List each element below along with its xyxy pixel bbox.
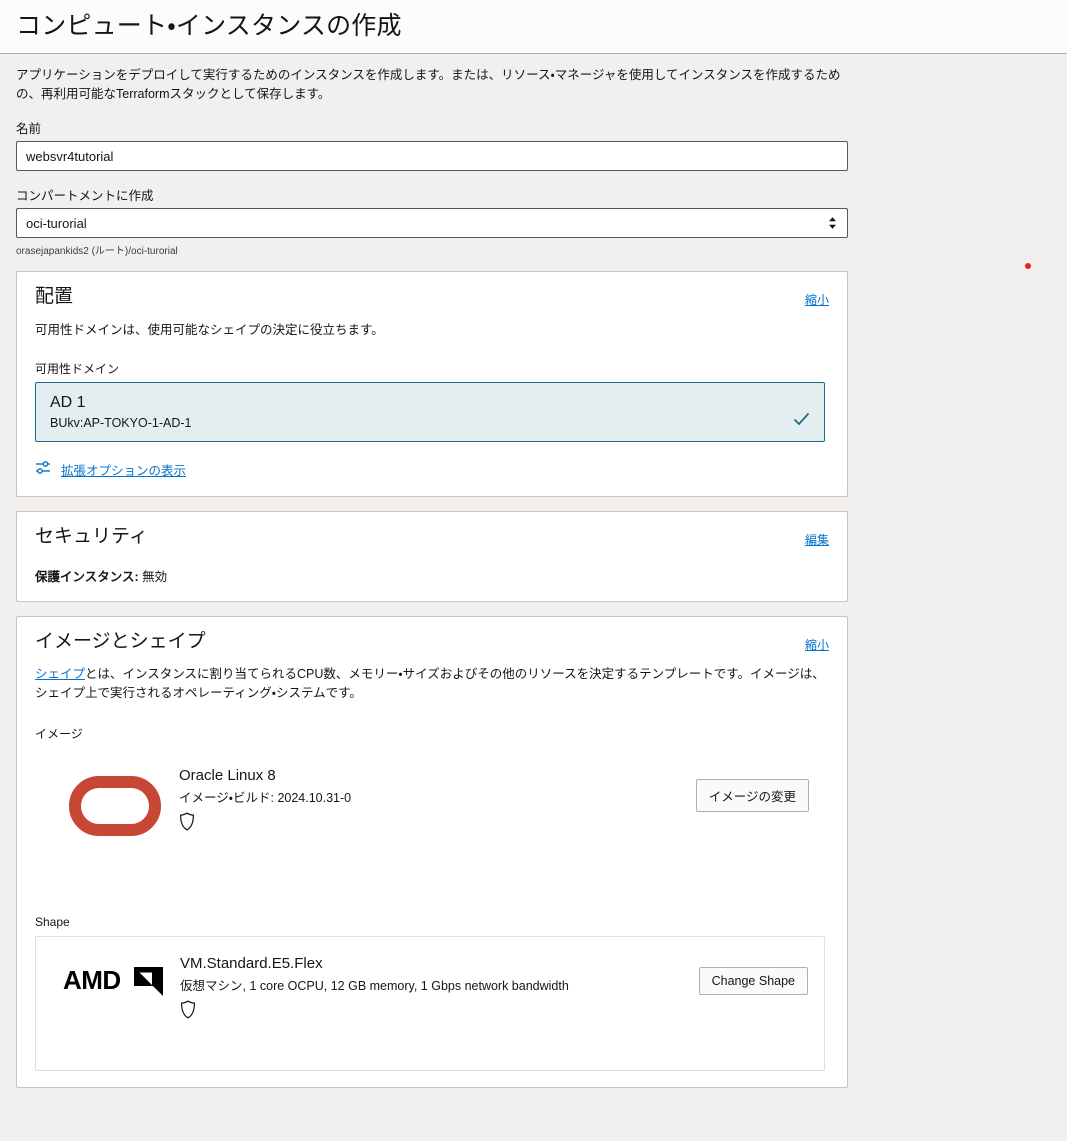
- image-shape-description-text: とは、インスタンスに割り当てられるCPU数、メモリー・サイズおよびその他のリソー…: [35, 667, 825, 701]
- chevron-updown-icon: [827, 215, 838, 231]
- compartment-field-block: コンパートメントに作成 oci-turorial orasejapankids2…: [16, 185, 1051, 257]
- availability-domain-name: AD 1: [50, 393, 86, 411]
- change-shape-button[interactable]: Change Shape: [698, 967, 808, 996]
- security-edit-link[interactable]: 編集: [805, 531, 829, 548]
- security-panel: セキュリティ 編集 保護インスタンス: 無効: [16, 510, 848, 602]
- availability-domain-card[interactable]: AD 1 BUkv:AP-TOKYO-1-AD-1: [35, 381, 825, 442]
- image-info: Oracle Linux 8 イメージ・ビルド: 2024.10.31-0: [179, 761, 696, 836]
- availability-domain-id: BUkv:AP-TOKYO-1-AD-1: [50, 415, 192, 430]
- svg-text:AMD: AMD: [63, 965, 121, 995]
- image-shape-collapse-link[interactable]: 縮小: [805, 636, 829, 653]
- image-shape-panel-head: イメージとシェイプ 縮小: [35, 631, 829, 654]
- page-title: コンピュート・インスタンスの作成: [16, 11, 402, 40]
- availability-domain-label: 可用性ドメイン: [35, 361, 120, 376]
- image-card: Oracle Linux 8 イメージ・ビルド: 2024.10.31-0 イメ…: [35, 749, 825, 894]
- oracle-logo-icon: [51, 761, 179, 837]
- check-icon: [793, 412, 810, 430]
- availability-domain-texts: AD 1 BUkv:AP-TOKYO-1-AD-1: [50, 392, 191, 430]
- protected-instance-row: 保護インスタンス: 無効: [35, 566, 829, 585]
- page-header: コンピュート・インスタンスの作成: [0, 0, 1067, 54]
- name-label: 名前: [16, 122, 42, 136]
- placement-title: 配置: [35, 286, 74, 307]
- shield-icon: [180, 1000, 699, 1024]
- shape-specs: 仮想マシン, 1 core OCPU, 12 GB memory, 1 Gbps…: [180, 979, 569, 994]
- name-field-block: 名前 websvr4tutorial: [16, 118, 1051, 171]
- amd-logo-icon: AMD: [52, 949, 180, 997]
- security-panel-head: セキュリティ 編集: [35, 526, 829, 549]
- shape-label: Shape: [35, 915, 70, 930]
- sliders-icon: [35, 460, 52, 480]
- compartment-select[interactable]: oci-turorial: [16, 208, 848, 238]
- shape-card: AMD VM.Standard.E5.Flex 仮想マシン, 1 core OC…: [35, 936, 825, 1072]
- placement-panel: 配置 縮小 可用性ドメインは、使用可能なシェイプの決定に役立ちます。 可用性ドメ…: [16, 271, 848, 497]
- placement-collapse-link[interactable]: 縮小: [805, 291, 829, 308]
- compartment-select-value: oci-turorial: [26, 215, 87, 231]
- placement-description: 可用性ドメインは、使用可能なシェイプの決定に役立ちます。: [35, 322, 384, 337]
- cursor-indicator: [1025, 263, 1031, 269]
- shield-icon: [179, 812, 696, 836]
- change-image-button[interactable]: イメージの変更: [695, 779, 809, 813]
- shape-name: VM.Standard.E5.Flex: [180, 955, 323, 973]
- advanced-options-link[interactable]: 拡張オプションの表示: [61, 460, 186, 479]
- advanced-options-row[interactable]: 拡張オプションの表示: [35, 460, 829, 480]
- security-title: セキュリティ: [35, 525, 148, 547]
- name-input[interactable]: websvr4tutorial: [16, 141, 848, 171]
- shape-info: VM.Standard.E5.Flex 仮想マシン, 1 core OCPU, …: [180, 949, 699, 1024]
- page-description: アプリケーションをデプロイして実行するためのインスタンスを作成します。または、リ…: [16, 68, 841, 101]
- shape-doc-link[interactable]: シェイプ: [35, 667, 85, 681]
- compartment-label: コンパートメントに作成: [16, 189, 154, 203]
- placement-panel-head: 配置 縮小: [35, 286, 829, 309]
- protected-instance-value: 無効: [142, 569, 168, 584]
- compartment-path: orasejapankids2 (ルート)/oci-turorial: [16, 246, 178, 257]
- protected-instance-label: 保護インスタンス:: [35, 569, 139, 584]
- image-label: イメージ: [35, 727, 83, 742]
- image-shape-description: シェイプとは、インスタンスに割り当てられるCPU数、メモリー・サイズおよびその他…: [35, 665, 829, 703]
- page-body: アプリケーションをデプロイして実行するためのインスタンスを作成します。または、リ…: [0, 54, 1067, 1089]
- image-shape-title: イメージとシェイプ: [35, 630, 206, 652]
- image-shape-panel: イメージとシェイプ 縮小 シェイプとは、インスタンスに割り当てられるCPU数、メ…: [16, 615, 848, 1089]
- image-build: イメージ・ビルド: 2024.10.31-0: [179, 791, 352, 806]
- image-name: Oracle Linux 8: [179, 767, 276, 785]
